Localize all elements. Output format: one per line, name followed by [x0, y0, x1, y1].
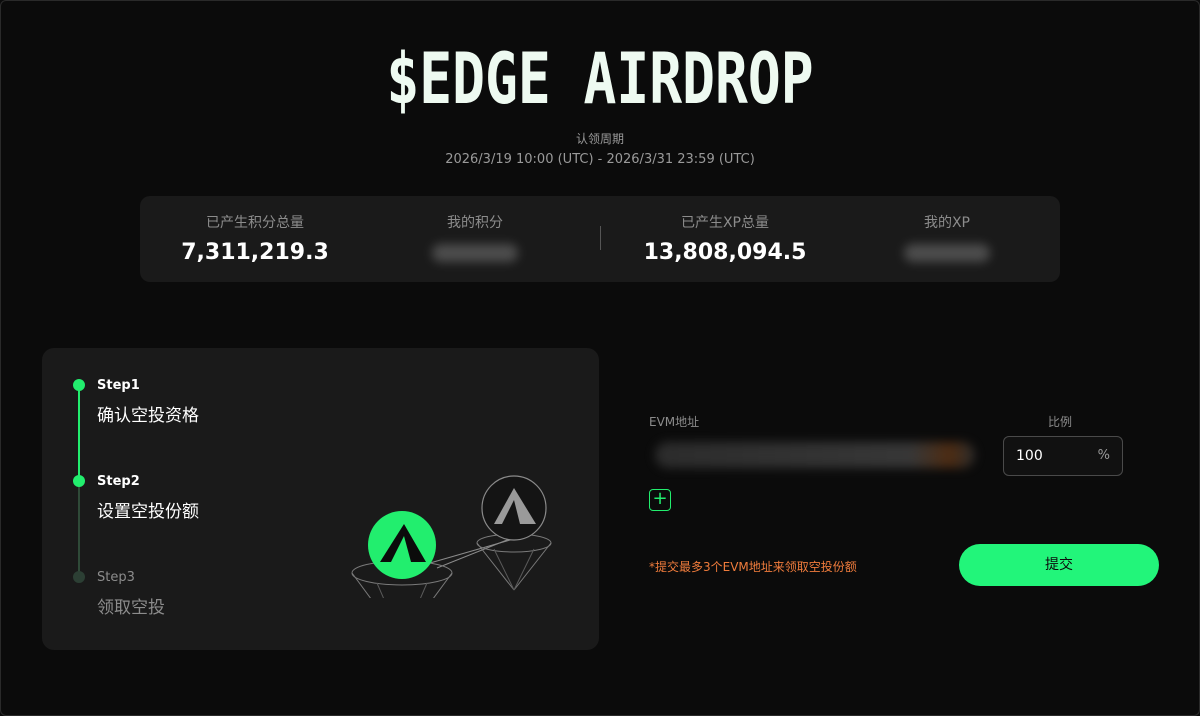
step3-dot — [73, 571, 85, 583]
ratio-unit: % — [1097, 448, 1110, 463]
step2-number: Step2 — [97, 474, 140, 489]
step3-number: Step3 — [97, 570, 135, 585]
total-xp-stat: 已产生XP总量 13,808,094.5 — [610, 212, 840, 265]
step-pending-line — [78, 482, 80, 578]
plus-icon: + — [652, 488, 668, 509]
submit-button[interactable]: 提交 — [959, 544, 1159, 586]
stats-divider — [600, 226, 601, 250]
my-xp-value-redacted — [904, 244, 990, 262]
edge-logo-icon — [368, 511, 436, 579]
my-xp-stat: 我的XP — [832, 212, 1062, 262]
submit-limit-notice: *提交最多3个EVM地址来领取空投份额 — [649, 560, 857, 574]
my-points-stat: 我的积分 — [360, 212, 590, 262]
airdrop-illustration — [351, 475, 552, 598]
page-title: $EDGE AIRDROP — [386, 38, 814, 120]
add-address-button[interactable]: + — [649, 489, 671, 511]
evm-address-input[interactable] — [655, 442, 975, 468]
ratio-label: 比例 — [1047, 415, 1072, 429]
total-points-stat: 已产生积分总量 7,311,219.3 — [140, 212, 370, 265]
step2-name: 设置空投份额 — [97, 502, 199, 522]
step-progress-line — [78, 386, 80, 482]
evm-address-label: EVM地址 — [649, 415, 700, 429]
my-points-label: 我的积分 — [447, 215, 503, 231]
step1-number: Step1 — [97, 378, 140, 393]
total-xp-label: 已产生XP总量 — [680, 215, 770, 231]
step1-dot — [73, 379, 85, 391]
steps-card: Step1 确认空投资格 Step2 设置空投份额 Step3 领取空投 — [42, 348, 599, 650]
step3-name: 领取空投 — [97, 598, 165, 618]
ratio-input[interactable]: 100 % — [1003, 436, 1123, 476]
my-points-value-redacted — [432, 244, 518, 262]
total-points-value: 7,311,219.3 — [181, 240, 329, 265]
step2-dot — [73, 475, 85, 487]
claim-period-label: 认领周期 — [575, 132, 624, 146]
ratio-value: 100 — [1016, 448, 1043, 464]
claim-period-range: 2026/3/19 10:00 (UTC) - 2026/3/31 23:59 … — [445, 152, 755, 167]
total-points-label: 已产生积分总量 — [206, 215, 304, 231]
stats-panel: 已产生积分总量 7,311,219.3 我的积分 已产生XP总量 13,808,… — [140, 196, 1060, 282]
my-xp-label: 我的XP — [923, 215, 971, 231]
step1-name: 确认空投资格 — [97, 406, 199, 426]
total-xp-value: 13,808,094.5 — [643, 240, 807, 265]
edge-logo-icon — [481, 475, 547, 541]
